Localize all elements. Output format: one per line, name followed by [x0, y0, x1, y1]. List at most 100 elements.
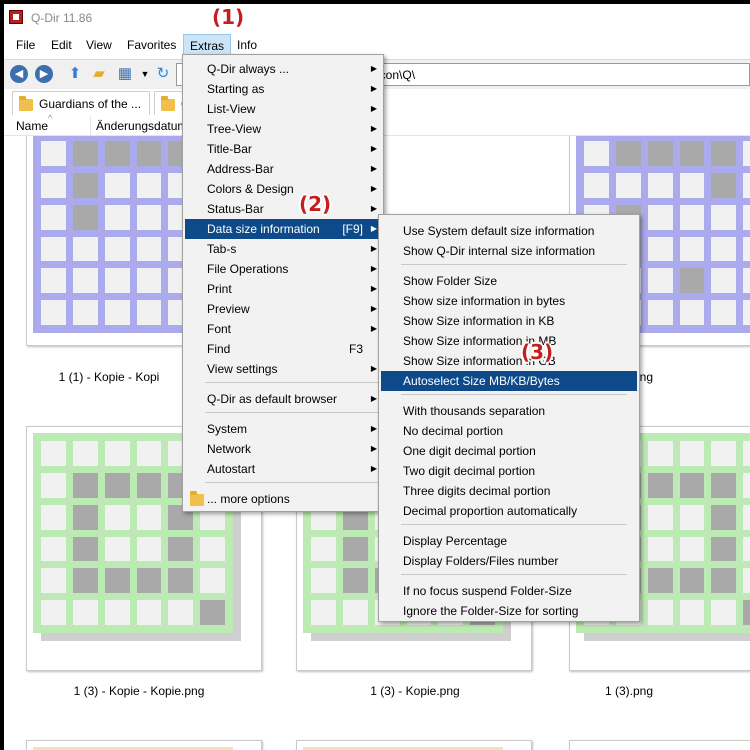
- size-item-show-size-information-in-mb[interactable]: Show Size information in MB: [381, 331, 637, 351]
- menu-item-label: One digit decimal portion: [403, 444, 536, 458]
- size-item-use-system-default-size-information[interactable]: Use System default size information: [381, 221, 637, 241]
- view-mode-icon[interactable]: ▦: [116, 64, 134, 84]
- extras-item-q-dir-always[interactable]: Q-Dir always ... ▶: [185, 59, 381, 79]
- size-item-if-no-focus-suspend-folder-size[interactable]: If no focus suspend Folder-Size: [381, 581, 637, 601]
- menu-info[interactable]: Info: [231, 34, 263, 56]
- extras-item-title-bar[interactable]: Title-Bar ▶: [185, 139, 381, 159]
- sort-ascending-icon: ^: [48, 113, 53, 123]
- extras-item-file-operations[interactable]: File Operations ▶: [185, 259, 381, 279]
- submenu-arrow-icon: ▶: [370, 204, 377, 213]
- extras-item-q-dir-as-default-browser[interactable]: Q-Dir as default browser ▶: [185, 389, 381, 409]
- submenu-arrow-icon: ▶: [370, 364, 377, 373]
- size-item-no-decimal-portion[interactable]: No decimal portion: [381, 421, 637, 441]
- menu-item-label: Starting as: [207, 82, 265, 96]
- menu-item-label: Show Q-Dir internal size information: [403, 244, 596, 258]
- size-item-one-digit-decimal-portion[interactable]: One digit decimal portion: [381, 441, 637, 461]
- menu-separator: [205, 382, 379, 383]
- refresh-icon[interactable]: ↻: [154, 64, 172, 84]
- menu-view[interactable]: View: [80, 34, 118, 56]
- submenu-arrow-icon: ▶: [370, 64, 377, 73]
- size-item-autoselect-size-mb-kb-bytes[interactable]: Autoselect Size MB/KB/Bytes: [381, 371, 637, 391]
- menu-item-label: Colors & Design: [207, 182, 294, 196]
- thumbnail[interactable]: [26, 740, 262, 750]
- menu-separator: [401, 264, 627, 265]
- thumbnail-caption: 1 (3) - Kopie.png: [370, 684, 460, 698]
- extras-item-starting-as[interactable]: Starting as ▶: [185, 79, 381, 99]
- menu-item-label: Use System default size information: [403, 224, 595, 238]
- extras-item-more-options[interactable]: ... more options: [185, 489, 381, 509]
- forward-icon[interactable]: ▶: [35, 65, 53, 83]
- column-date[interactable]: Änderungsdatum: [96, 119, 187, 133]
- size-item-display-percentage[interactable]: Display Percentage: [381, 531, 637, 551]
- size-item-ignore-the-folder-size-for-sorting[interactable]: Ignore the Folder-Size for sorting: [381, 601, 637, 621]
- submenu-arrow-icon: ▶: [370, 244, 377, 253]
- menu-item-label: List-View: [207, 102, 256, 116]
- folder-icon: [190, 491, 204, 506]
- thumbnail[interactable]: [569, 740, 750, 750]
- qdir-window: Q-Dir 11.86 File Edit View Favorites Ext…: [4, 4, 750, 750]
- extras-item-font[interactable]: Font ▶: [185, 319, 381, 339]
- data-size-submenu: Use System default size information Show …: [378, 214, 640, 622]
- menu-item-label: Ignore the Folder-Size for sorting: [403, 604, 579, 618]
- submenu-arrow-icon: ▶: [370, 84, 377, 93]
- menu-file[interactable]: File: [10, 34, 41, 56]
- submenu-arrow-icon: ▶: [370, 104, 377, 113]
- menu-item-label: Find: [207, 342, 231, 356]
- extras-item-find[interactable]: Find F3: [185, 339, 381, 359]
- extras-item-network[interactable]: Network ▶: [185, 439, 381, 459]
- extras-item-status-bar[interactable]: Status-Bar ▶: [185, 199, 381, 219]
- menu-edit[interactable]: Edit: [45, 34, 78, 56]
- extras-item-tab-s[interactable]: Tab-s ▶: [185, 239, 381, 259]
- extras-item-autostart[interactable]: Autostart ▶: [185, 459, 381, 479]
- size-item-show-folder-size[interactable]: Show Folder Size: [381, 271, 637, 291]
- tab-guardians[interactable]: Guardians of the ...: [12, 91, 150, 115]
- extras-item-system[interactable]: System ▶: [185, 419, 381, 439]
- thumbnail-caption: 1 (3).png: [604, 684, 654, 698]
- menu-item-label: View settings: [207, 362, 278, 376]
- menu-separator: [401, 524, 627, 525]
- size-item-display-folders-files-number[interactable]: Display Folders/Files number: [381, 551, 637, 571]
- extras-item-address-bar[interactable]: Address-Bar ▶: [185, 159, 381, 179]
- shortcut-label: F3: [348, 342, 363, 356]
- submenu-arrow-icon: ▶: [370, 164, 377, 173]
- title-bar: Q-Dir 11.86: [4, 4, 750, 30]
- submenu-arrow-icon: ▶: [370, 284, 377, 293]
- menu-item-label: With thousands separation: [403, 404, 546, 418]
- extras-item-data-size-information[interactable]: Data size information [F9] ▶: [185, 219, 381, 239]
- menu-item-label: Show size information in bytes: [403, 294, 566, 308]
- thumbnail[interactable]: [296, 740, 532, 750]
- submenu-arrow-icon: ▶: [370, 324, 377, 333]
- menu-item-label: Status-Bar: [207, 202, 264, 216]
- menu-item-label: If no focus suspend Folder-Size: [403, 584, 572, 598]
- menu-separator: [205, 482, 379, 483]
- extras-item-colors-design[interactable]: Colors & Design ▶: [185, 179, 381, 199]
- submenu-arrow-icon: ▶: [370, 304, 377, 313]
- extras-item-view-settings[interactable]: View settings ▶: [185, 359, 381, 379]
- menu-item-label: Display Folders/Files number: [403, 554, 559, 568]
- menu-extras[interactable]: Extras: [183, 34, 232, 56]
- annotation-3: (3): [521, 340, 554, 364]
- menu-item-label: Q-Dir as default browser: [207, 392, 338, 406]
- size-item-show-q-dir-internal-size-information[interactable]: Show Q-Dir internal size information: [381, 241, 637, 261]
- size-item-decimal-proportion-automatically[interactable]: Decimal proportion automatically: [381, 501, 637, 521]
- size-item-with-thousands-separation[interactable]: With thousands separation: [381, 401, 637, 421]
- submenu-arrow-icon: ▶: [370, 184, 377, 193]
- extras-item-print[interactable]: Print ▶: [185, 279, 381, 299]
- column-divider[interactable]: [90, 116, 91, 136]
- view-dropdown-icon[interactable]: ▼: [136, 64, 154, 84]
- column-name[interactable]: Name: [16, 119, 48, 133]
- size-item-show-size-information-in-bytes[interactable]: Show size information in bytes: [381, 291, 637, 311]
- extras-item-tree-view[interactable]: Tree-View ▶: [185, 119, 381, 139]
- new-folder-icon[interactable]: ▰: [90, 64, 108, 84]
- back-icon[interactable]: ◀: [10, 65, 28, 83]
- menu-favorites[interactable]: Favorites: [121, 34, 182, 56]
- extras-item-list-view[interactable]: List-View ▶: [185, 99, 381, 119]
- size-item-show-size-information-in-gb[interactable]: Show Size information in GB: [381, 351, 637, 371]
- size-item-two-digit-decimal-portion[interactable]: Two digit decimal portion: [381, 461, 637, 481]
- extras-item-preview[interactable]: Preview ▶: [185, 299, 381, 319]
- size-item-three-digits-decimal-portion[interactable]: Three digits decimal portion: [381, 481, 637, 501]
- size-item-show-size-information-in-kb[interactable]: Show Size information in KB: [381, 311, 637, 331]
- extras-menu: Q-Dir always ... ▶ Starting as ▶ List-View ▶ T…: [182, 54, 384, 512]
- menu-item-label: File Operations: [207, 262, 289, 276]
- up-folder-icon[interactable]: ⬆: [66, 64, 84, 84]
